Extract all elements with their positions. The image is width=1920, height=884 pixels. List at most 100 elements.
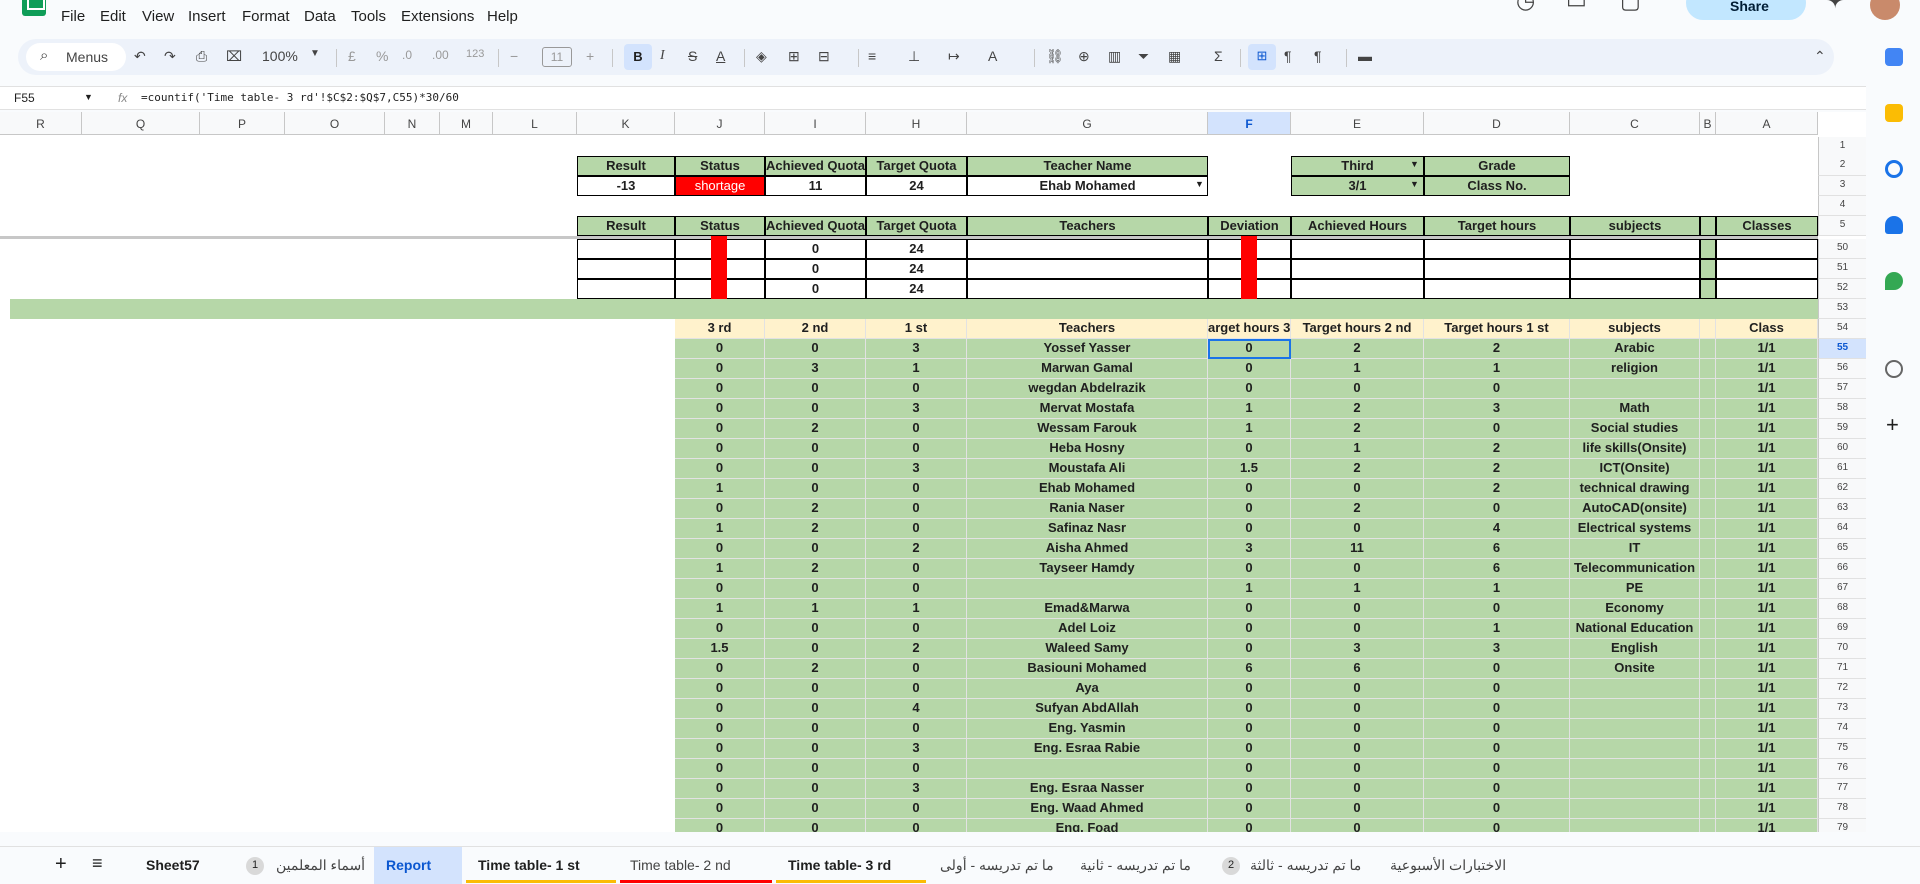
hours1-cell[interactable]: 4 xyxy=(1424,519,1570,539)
second-cell[interactable]: 0 xyxy=(765,379,866,399)
second-cell[interactable]: 0 xyxy=(765,799,866,819)
teacher-cell[interactable]: Eng. Foad xyxy=(967,819,1208,832)
hours2-cell[interactable]: 0 xyxy=(1291,779,1424,799)
class-cell[interactable]: 1/1 xyxy=(1716,779,1818,799)
third-cell[interactable]: 0 xyxy=(675,339,765,359)
row-header[interactable]: 56 xyxy=(1818,359,1866,379)
menu-extensions[interactable]: Extensions xyxy=(401,8,474,25)
summary-teacher-dropdown[interactable]: Ehab Mohamed xyxy=(967,176,1208,196)
row-header[interactable]: 66 xyxy=(1818,559,1866,579)
subject-cell[interactable]: PE xyxy=(1570,579,1700,599)
empty-cell[interactable] xyxy=(1700,279,1716,299)
header-class[interactable]: Class xyxy=(1716,319,1818,339)
class-cell[interactable]: 1/1 xyxy=(1716,799,1818,819)
column-header[interactable]: M xyxy=(440,112,493,135)
empty-cell[interactable] xyxy=(1716,279,1818,299)
row-header[interactable]: 74 xyxy=(1818,719,1866,739)
subject-cell[interactable]: AutoCAD(onsite) xyxy=(1570,499,1700,519)
font-size-decrease-icon[interactable]: − xyxy=(510,48,518,64)
header-tgt_hours[interactable]: Target hours xyxy=(1424,216,1570,236)
third-cell[interactable]: 0 xyxy=(675,739,765,759)
filter-views-icon[interactable]: ▦ xyxy=(1168,48,1181,65)
row-header[interactable]: 3 xyxy=(1818,176,1866,196)
second-cell[interactable]: 2 xyxy=(765,499,866,519)
tab-timetable-2nd[interactable]: Time table- 2 nd xyxy=(630,857,731,873)
summary-status-value[interactable]: shortage xyxy=(675,176,765,196)
summary-third-dropdown[interactable]: Third xyxy=(1291,156,1424,176)
subject-cell[interactable]: Arabic xyxy=(1570,339,1700,359)
text-color-icon[interactable]: A xyxy=(716,48,725,64)
class-cell[interactable]: 1/1 xyxy=(1716,739,1818,759)
first-cell[interactable]: 0 xyxy=(866,479,967,499)
second-cell[interactable]: 0 xyxy=(765,719,866,739)
hours1-cell[interactable]: 2 xyxy=(1424,339,1570,359)
hours1-cell[interactable]: 0 xyxy=(1424,379,1570,399)
maps-icon[interactable] xyxy=(1885,272,1903,290)
empty-cell[interactable] xyxy=(1700,339,1716,359)
header-achieved[interactable]: Achieved Quota xyxy=(765,216,866,236)
target-quota-cell[interactable]: 24 xyxy=(866,239,967,259)
hours1-cell[interactable]: 0 xyxy=(1424,759,1570,779)
first-cell[interactable]: 0 xyxy=(866,759,967,779)
menu-file[interactable]: File xyxy=(61,8,85,25)
third-cell[interactable]: 0 xyxy=(675,399,765,419)
row-header[interactable]: 77 xyxy=(1818,779,1866,799)
tab-timetable-3rd[interactable]: Time table- 3 rd xyxy=(788,857,891,873)
column-header[interactable]: I xyxy=(765,112,866,135)
header-subjects[interactable]: subjects xyxy=(1570,216,1700,236)
summary-class-no[interactable]: Class No. xyxy=(1424,176,1570,196)
subject-cell[interactable]: Telecommunication xyxy=(1570,559,1700,579)
teacher-cell[interactable]: Sufyan AbdAllah xyxy=(967,699,1208,719)
empty-cell[interactable] xyxy=(1700,639,1716,659)
row-header[interactable]: 57 xyxy=(1818,379,1866,399)
row-header[interactable]: 70 xyxy=(1818,639,1866,659)
increase-decimal-button[interactable]: .00 xyxy=(432,48,449,62)
header-status[interactable]: Status xyxy=(675,216,765,236)
first-cell[interactable]: 2 xyxy=(866,539,967,559)
first-cell[interactable]: 3 xyxy=(866,739,967,759)
teacher-cell[interactable]: Yossef Yasser xyxy=(967,339,1208,359)
meet-icon[interactable]: ▢ xyxy=(1620,0,1641,14)
empty-cell[interactable] xyxy=(1700,539,1716,559)
hours2-cell[interactable]: 2 xyxy=(1291,499,1424,519)
hours1-cell[interactable]: 0 xyxy=(1424,719,1570,739)
hours3-cell[interactable]: 0 xyxy=(1208,499,1291,519)
empty-cell[interactable] xyxy=(1700,499,1716,519)
subject-cell[interactable] xyxy=(1570,379,1700,399)
column-header[interactable]: O xyxy=(285,112,385,135)
header-target[interactable]: Target Quota xyxy=(866,216,967,236)
empty-cell[interactable] xyxy=(1570,259,1700,279)
hours2-cell[interactable]: 0 xyxy=(1291,799,1424,819)
third-cell[interactable]: 0 xyxy=(675,419,765,439)
subject-cell[interactable]: religion xyxy=(1570,359,1700,379)
currency-format-button[interactable]: £ xyxy=(348,48,356,64)
all-sheets-icon[interactable]: ≡ xyxy=(92,853,103,874)
summary-achieved-value[interactable]: 11 xyxy=(765,176,866,196)
empty-cell[interactable] xyxy=(1700,259,1716,279)
name-box[interactable]: F55 xyxy=(14,91,35,105)
hours1-cell[interactable]: 0 xyxy=(1424,679,1570,699)
third-cell[interactable]: 0 xyxy=(675,359,765,379)
empty-cell[interactable] xyxy=(967,279,1208,299)
column-header[interactable]: R xyxy=(0,112,82,135)
menu-format[interactable]: Format xyxy=(242,8,290,25)
column-header[interactable]: G xyxy=(967,112,1208,135)
subject-cell[interactable] xyxy=(1570,799,1700,819)
empty-cell[interactable] xyxy=(1291,279,1424,299)
second-cell[interactable]: 0 xyxy=(765,759,866,779)
hours1-cell[interactable]: 1 xyxy=(1424,619,1570,639)
empty-cell[interactable] xyxy=(1424,239,1570,259)
subject-cell[interactable] xyxy=(1570,759,1700,779)
insert-chart-icon[interactable]: ▥ xyxy=(1108,48,1121,65)
header-deviation[interactable]: Deviation xyxy=(1208,216,1291,236)
achieved-quota-cell[interactable]: 0 xyxy=(765,279,866,299)
hours1-cell[interactable]: 2 xyxy=(1424,479,1570,499)
keep-icon[interactable] xyxy=(1885,104,1903,122)
second-cell[interactable]: 0 xyxy=(765,399,866,419)
teacher-cell[interactable]: Tayseer Hamdy xyxy=(967,559,1208,579)
header-third[interactable]: 3 rd xyxy=(675,319,765,339)
hours1-cell[interactable]: 6 xyxy=(1424,539,1570,559)
header-teachers[interactable]: Teachers xyxy=(967,319,1208,339)
hours3-cell[interactable]: 0 xyxy=(1208,679,1291,699)
row-header[interactable]: 71 xyxy=(1818,659,1866,679)
